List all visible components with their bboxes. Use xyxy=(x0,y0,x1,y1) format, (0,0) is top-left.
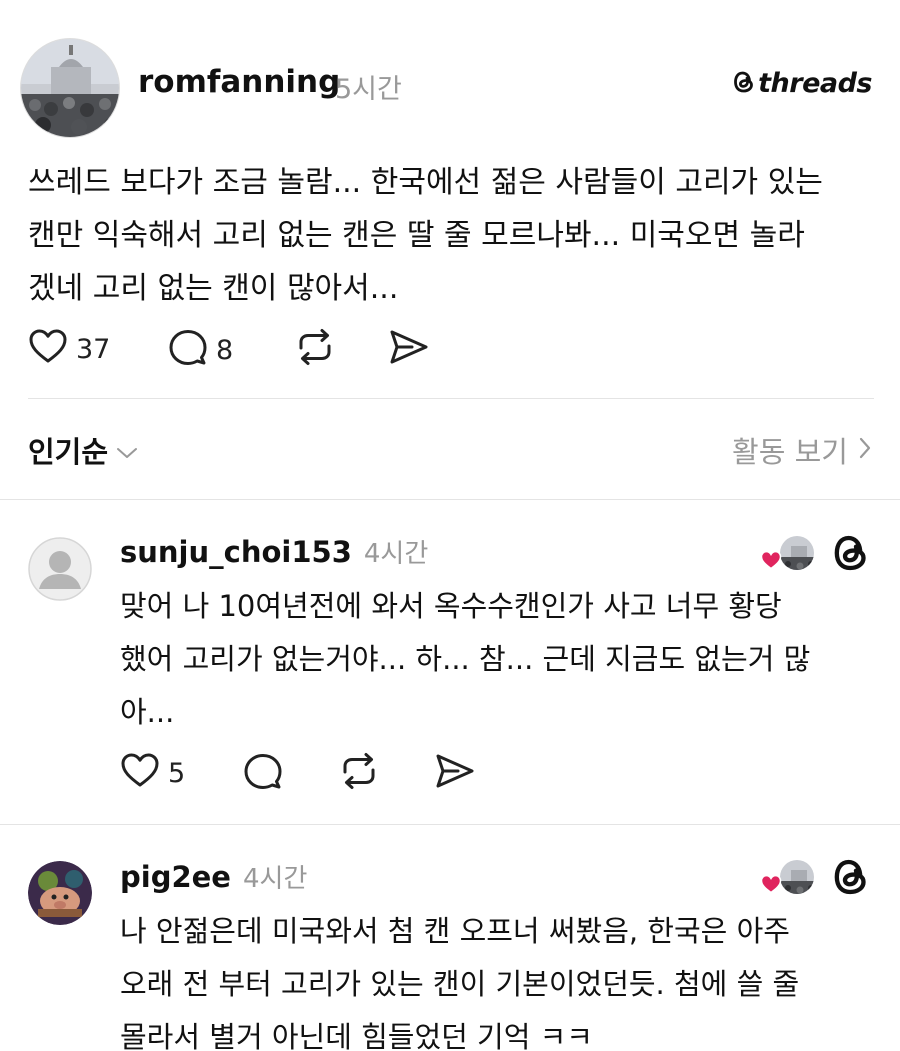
author-liked-indicator xyxy=(760,858,816,898)
chevron-right-icon xyxy=(858,433,872,467)
author-mini-avatar xyxy=(778,858,816,896)
post-line: 쓰레드 보다가 조금 놀람... 한국에선 젊은 사람들이 고리가 있는 xyxy=(28,165,823,200)
heart-icon xyxy=(28,328,68,371)
section-divider xyxy=(0,499,900,500)
reply-timestamp: 4시간 xyxy=(363,539,429,569)
reply-avatar[interactable] xyxy=(28,861,92,925)
reply-username[interactable]: pig2ee xyxy=(120,860,231,894)
post-line: 캔만 익숙해서 고리 없는 캔은 딸 줄 모르나봐... 미국오면 놀라 xyxy=(28,218,805,253)
view-activity-link[interactable]: 활동 보기 xyxy=(732,429,872,471)
reply-header: pig2ee 4시간 xyxy=(120,858,307,895)
reply-header: sunju_choi153 4시간 xyxy=(120,533,428,570)
chevron-down-icon xyxy=(116,433,138,467)
threads-logo-icon[interactable] xyxy=(832,857,870,901)
like-button[interactable]: 37 xyxy=(28,328,110,371)
heart-badge-icon xyxy=(760,550,782,574)
author-liked-indicator xyxy=(760,534,816,574)
reply-avatar[interactable] xyxy=(28,537,92,601)
repost-button[interactable] xyxy=(294,328,336,373)
reply-comment-button[interactable] xyxy=(243,752,283,797)
heart-icon xyxy=(120,752,160,795)
view-activity-label: 활동 보기 xyxy=(732,435,848,469)
reply-timestamp: 4시간 xyxy=(242,864,308,894)
reply-line: 오래 전 부터 고리가 있는 캔이 기본이었던듯. 첨에 쓸 줄 xyxy=(120,967,800,1001)
brand-name: threads xyxy=(758,68,872,99)
reply-body: 맞어 나 10여년전에 와서 옥수수캔인가 사고 너무 황당 했어 고리가 없는… xyxy=(120,580,880,739)
author-username[interactable]: romfanning xyxy=(138,64,340,100)
share-button[interactable] xyxy=(388,328,430,373)
reply-like-button[interactable]: 5 xyxy=(120,752,185,795)
reply-line: 몰라서 별거 아닌데 힘들었던 기억 ㅋㅋ xyxy=(120,1020,593,1051)
section-divider xyxy=(28,398,874,399)
repost-icon xyxy=(294,328,336,373)
reply-share-button[interactable] xyxy=(434,752,476,797)
post-line: 겠네 고리 없는 캔이 많아서... xyxy=(28,271,399,306)
threads-logo-icon[interactable] xyxy=(832,533,870,577)
reply-like-count: 5 xyxy=(168,758,186,789)
comment-icon xyxy=(243,752,283,797)
reply-line: 맞어 나 10여년전에 와서 옥수수캔인가 사고 너무 황당 xyxy=(120,589,782,623)
author-mini-avatar xyxy=(778,534,816,572)
repost-icon xyxy=(338,752,380,797)
section-divider xyxy=(0,824,900,825)
comment-button[interactable]: 8 xyxy=(168,328,233,373)
post-timestamp: 5시간 xyxy=(335,74,402,105)
like-count: 37 xyxy=(76,334,111,365)
post-body: 쓰레드 보다가 조금 놀람... 한국에선 젊은 사람들이 고리가 있는 캔만 … xyxy=(28,156,878,315)
comment-count: 8 xyxy=(216,335,234,366)
reply-line: 나 안젊은데 미국와서 첨 캔 오프너 써봤음, 한국은 아주 xyxy=(120,914,790,948)
send-icon xyxy=(388,328,430,373)
sort-dropdown[interactable]: 인기순 xyxy=(28,429,138,471)
reply-line: 했어 고리가 없는거야... 하... 참... 근데 지금도 없는거 많 xyxy=(120,642,811,676)
heart-badge-icon xyxy=(760,874,782,898)
reply-repost-button[interactable] xyxy=(338,752,380,797)
reply-body: 나 안젊은데 미국와서 첨 캔 오프너 써봤음, 한국은 아주 오래 전 부터 … xyxy=(120,905,880,1051)
threads-brand: threads xyxy=(733,68,872,99)
sort-label: 인기순 xyxy=(28,435,109,469)
comment-icon xyxy=(168,328,208,373)
reply-username[interactable]: sunju_choi153 xyxy=(120,535,352,569)
author-avatar[interactable] xyxy=(20,38,120,138)
reply-line: 아... xyxy=(120,695,175,729)
threads-logo-icon xyxy=(733,70,755,98)
send-icon xyxy=(434,752,476,797)
